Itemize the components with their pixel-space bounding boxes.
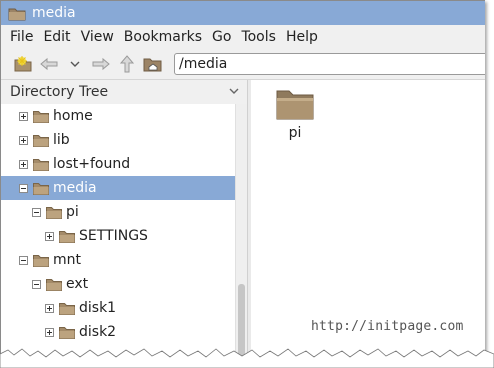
folder-icon: [59, 326, 75, 339]
folder-icon: [33, 182, 49, 195]
tree-item-label: home: [53, 108, 93, 124]
expand-icon[interactable]: [19, 135, 28, 145]
file-label: pi: [288, 125, 302, 141]
chevron-down-icon[interactable]: [63, 52, 87, 76]
menu-tools[interactable]: Tools: [236, 29, 281, 45]
menu-bar: File Edit View Bookmarks Go Tools Help: [1, 25, 485, 49]
folder-icon: [46, 206, 62, 219]
folder-icon: [8, 6, 26, 21]
torn-edge: [0, 348, 494, 368]
tree-item-label: pi: [66, 204, 79, 220]
folder-icon: [59, 230, 75, 243]
folder-icon: [276, 90, 314, 124]
tree-item-label: lib: [53, 132, 70, 148]
tree-item-label: mnt: [53, 252, 81, 268]
new-tab-icon[interactable]: [11, 52, 35, 76]
expand-icon[interactable]: [19, 111, 28, 121]
tree-item-disk1[interactable]: disk1: [1, 296, 235, 320]
directory-tree-panel: Directory Tree home lib lost+found media…: [1, 80, 247, 356]
folder-icon: [33, 110, 49, 123]
tree-item-ext[interactable]: ext: [1, 272, 235, 296]
tree-item-label: media: [53, 180, 97, 196]
tree-item-disk2[interactable]: disk2: [1, 320, 235, 344]
tree-item-lost-found[interactable]: lost+found: [1, 152, 235, 176]
up-icon[interactable]: [115, 52, 139, 76]
folder-icon: [33, 254, 49, 267]
tree-item-mnt[interactable]: mnt: [1, 248, 235, 272]
menu-go[interactable]: Go: [207, 29, 236, 45]
folder-icon: [33, 134, 49, 147]
tree-item-settings[interactable]: SETTINGS: [1, 224, 235, 248]
expand-icon[interactable]: [19, 159, 28, 169]
tree-item-pi[interactable]: pi: [1, 200, 235, 224]
title-bar[interactable]: media: [1, 1, 485, 25]
back-icon[interactable]: [37, 52, 61, 76]
file-view[interactable]: pi: [251, 80, 485, 356]
panel-selector[interactable]: Directory Tree: [1, 80, 247, 104]
menu-edit[interactable]: Edit: [38, 29, 75, 45]
tree-item-media[interactable]: media: [1, 176, 235, 200]
panel-title: Directory Tree: [10, 84, 109, 100]
collapse-icon[interactable]: [32, 279, 41, 289]
collapse-icon[interactable]: [32, 207, 41, 217]
menu-bookmarks[interactable]: Bookmarks: [119, 29, 207, 45]
chevron-down-icon[interactable]: [229, 85, 239, 100]
menu-file[interactable]: File: [1, 29, 38, 45]
watermark: http://initpage.com: [311, 319, 464, 334]
collapse-icon[interactable]: [19, 255, 28, 265]
tree-item-lib[interactable]: lib: [1, 128, 235, 152]
tree-item-label: disk1: [79, 300, 117, 316]
menu-view[interactable]: View: [76, 29, 119, 45]
menu-help[interactable]: Help: [281, 29, 323, 45]
directory-tree: home lib lost+found media pi SETTINGS mn…: [1, 104, 235, 356]
tree-scrollbar[interactable]: [235, 104, 247, 356]
folder-icon: [46, 278, 62, 291]
path-input[interactable]: /media: [174, 53, 485, 75]
forward-icon[interactable]: [89, 52, 113, 76]
tree-item-label: lost+found: [53, 156, 131, 172]
tree-item-label: ext: [66, 276, 89, 292]
expand-icon[interactable]: [45, 303, 54, 313]
tree-item-home[interactable]: home: [1, 104, 235, 128]
toolbar: /media: [1, 49, 485, 80]
window-title: media: [32, 5, 76, 21]
file-manager-window: media File Edit View Bookmarks Go Tools …: [0, 0, 485, 356]
expand-icon[interactable]: [45, 231, 54, 241]
tree-item-label: disk2: [79, 324, 117, 340]
folder-icon: [33, 158, 49, 171]
file-item-pi[interactable]: pi: [273, 88, 317, 141]
expand-icon[interactable]: [45, 327, 54, 337]
home-icon[interactable]: [141, 52, 165, 76]
folder-icon: [59, 302, 75, 315]
tree-item-label: SETTINGS: [79, 228, 148, 244]
collapse-icon[interactable]: [19, 183, 28, 193]
